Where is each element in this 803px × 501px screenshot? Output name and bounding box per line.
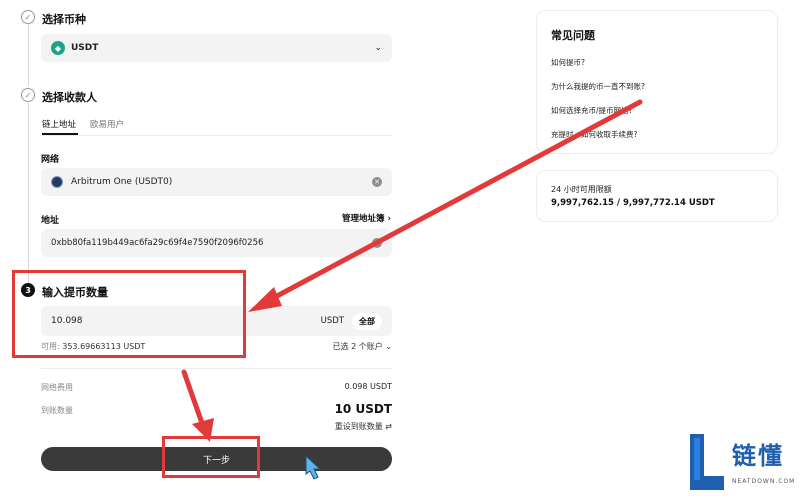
watermark-l-mark [690, 434, 724, 490]
limits-title: 24 小时可用限额 [551, 185, 612, 194]
max-button[interactable]: 全部 [352, 312, 382, 330]
arbitrum-icon [51, 176, 63, 188]
network-label: 网络 [41, 155, 60, 165]
accounts-selector[interactable]: 已选 2 个账户 ⌄ [333, 341, 392, 352]
watermark-brand: 链懂 [732, 442, 784, 470]
fee-value: 0.098 USDT [344, 382, 392, 391]
usdt-coin-icon: ◆ [51, 41, 65, 55]
clear-network-icon[interactable]: ✕ [372, 177, 382, 187]
accounts-selected-label: 已选 2 个账户 [332, 342, 383, 351]
faq-title: 常见问题 [551, 29, 595, 42]
amount-unit: USDT [320, 316, 344, 326]
chevron-down-icon: ⌄ [374, 43, 382, 53]
receive-label: 到账数量 [41, 406, 73, 415]
address-label: 地址 [41, 216, 60, 226]
watermark-logo: 链懂 NEATDOWN.COM [688, 432, 800, 496]
address-value: 0xbb80fa119b449ac6fa29c69f4e7590f2096f02… [51, 238, 264, 248]
tab-divider [41, 135, 392, 136]
step1-title: 选择币种 [42, 13, 86, 26]
annotation-highlight-next [162, 436, 260, 478]
clear-address-icon[interactable]: ✕ [372, 238, 382, 248]
coin-select[interactable]: ◆ USDT ⌄ [41, 34, 392, 62]
swap-icon: ⇄ [385, 422, 392, 431]
faq-card: 常见问题 如何提币? 为什么我提的币一直不到账? 如何选择充币/提币网络? 充提… [536, 10, 778, 154]
network-select[interactable]: Arbitrum One (USDT0) ✕ [41, 168, 392, 196]
timeline-line [28, 24, 29, 86]
annotation-arrow-to-next [181, 369, 214, 442]
coin-name: USDT [71, 43, 99, 53]
watermark-domain: NEATDOWN.COM [732, 478, 796, 485]
summary-divider [41, 368, 392, 369]
annotation-highlight-amount [12, 270, 246, 358]
step2-check-icon: ✓ [21, 88, 35, 102]
receive-value: 10 USDT [334, 402, 392, 416]
reset-receive-amount-link[interactable]: 重设到账数量 ⇄ [335, 421, 392, 432]
tab-exchange-user[interactable]: 欧易用户 [90, 118, 124, 130]
limits-card: 24 小时可用限额 9,997,762.15 / 9,997,772.14 US… [536, 170, 778, 222]
address-input[interactable]: 0xbb80fa119b449ac6fa29c69f4e7590f2096f02… [41, 229, 392, 257]
step1-check-icon: ✓ [21, 10, 35, 24]
network-value: Arbitrum One (USDT0) [71, 177, 173, 187]
reset-receive-amount-label: 重设到账数量 [334, 422, 383, 431]
limits-value: 9,997,762.15 / 9,997,772.14 USDT [551, 198, 715, 208]
manage-address-book-label: 管理地址簿 [342, 214, 385, 224]
step2-title: 选择收款人 [42, 91, 97, 104]
chevron-down-icon: ⌄ [385, 342, 392, 351]
tab-onchain[interactable]: 链上地址 [42, 118, 76, 130]
timeline-line [28, 103, 29, 283]
manage-address-book-link[interactable]: 管理地址簿 › [342, 212, 391, 224]
faq-item[interactable]: 如何选择充币/提币网络? [551, 105, 633, 116]
fee-label: 网络费用 [41, 383, 73, 392]
faq-item[interactable]: 为什么我提的币一直不到账? [551, 81, 645, 92]
faq-item[interactable]: 充提时，如何收取手续费? [551, 129, 637, 140]
faq-item[interactable]: 如何提币? [551, 57, 585, 68]
chevron-right-icon: › [387, 214, 391, 224]
